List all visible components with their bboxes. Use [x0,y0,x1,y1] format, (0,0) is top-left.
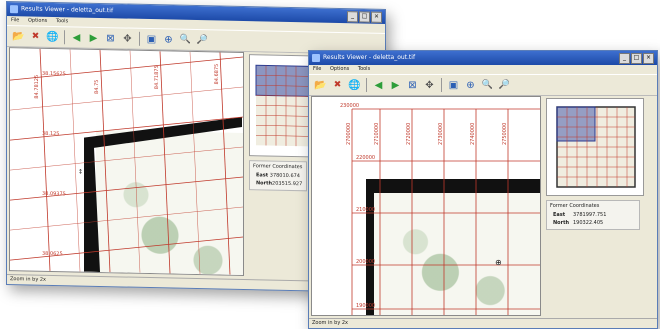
overview-graphic [556,106,636,188]
globe-icon[interactable]: 🌐 [45,29,60,44]
grid-label: 2750000 [502,123,508,145]
grid-label: 38.09375 [42,191,66,197]
maximize-button[interactable]: □ [631,53,642,64]
zoom-window-icon[interactable]: ⊕ [463,78,478,93]
results-viewer-window-front: Results Viewer - deletta_out.tif _ □ × F… [308,50,658,329]
map-black-border [366,179,540,315]
back-arrow-icon[interactable]: ◀ [69,30,84,45]
map-overlay: 38.15625 38.125 38.09375 38.0625 84.7812… [10,48,243,275]
coordinates-panel: Former Coordinates East 378010.674 North… [249,160,307,192]
grid-label: 230000 [340,103,359,109]
forward-arrow-icon[interactable]: ▶ [388,78,403,93]
zoom-extent-icon[interactable]: ⊠ [405,78,420,93]
north-label: North [256,180,273,187]
toolbar-separator [366,78,367,92]
forward-arrow-icon[interactable]: ▶ [86,30,101,45]
maximize-button[interactable]: □ [359,11,370,23]
zoom-cursor-icon: ⊕ [495,258,502,267]
app-icon [312,54,320,62]
grid-label: 84.75 [94,80,100,94]
toolbar-separator [441,78,442,92]
coordinate-grid [351,108,540,315]
menu-tools[interactable]: Tools [358,66,370,72]
north-value: 190322.405 [573,220,604,226]
grid-label: 2730000 [438,123,444,145]
overview-view-rect[interactable] [255,64,311,97]
menu-file[interactable]: File [11,17,19,23]
grid-label: 2700000 [346,123,352,145]
coordinate-grid [10,48,243,275]
grid-label: 2710000 [374,123,380,145]
coordinates-panel: Former Coordinates East 3781997.751 Nort… [546,200,640,230]
north-value: 203515.927 [272,180,303,188]
coordinates-header: Former Coordinates [550,203,600,209]
east-label: East [256,172,269,179]
grid-label: 84.78125 [34,75,40,99]
minimize-button[interactable]: _ [619,53,630,64]
close-file-icon[interactable]: ✖ [28,29,43,44]
menu-options[interactable]: Options [330,66,349,72]
full-view-icon[interactable]: ▣ [446,78,461,93]
grid-label: 200000 [356,259,375,265]
close-button[interactable]: × [371,11,382,23]
pan-icon[interactable]: ✥ [422,78,437,93]
globe-icon[interactable]: 🌐 [347,78,362,93]
zoom-extent-icon[interactable]: ⊠ [103,31,118,46]
window-title: Results Viewer - deletta_out.tif [21,5,114,15]
menu-options[interactable]: Options [28,17,47,23]
zoom-in-icon[interactable]: 🔍 [480,78,495,93]
overview-map[interactable] [249,54,311,158]
toolbar-separator [139,31,140,46]
menu-file[interactable]: File [313,66,321,72]
grid-label: 38.0625 [42,251,63,257]
overview-map[interactable] [546,98,644,196]
east-label: East [553,212,566,218]
zoom-out-icon[interactable]: 🔎 [195,32,210,47]
overview-graphic [255,64,311,147]
east-value: 378010.674 [269,172,300,180]
grid-label: 220000 [356,155,375,161]
map-view[interactable]: 230000 220000 210000 200000 190000 27000… [311,96,541,316]
grid-label: 38.15625 [42,71,66,77]
close-button[interactable]: × [643,53,654,64]
window-title: Results Viewer - deletta_out.tif [323,54,416,61]
east-value: 3781997.751 [573,212,607,218]
pan-icon[interactable]: ✥ [120,31,135,46]
grid-label: 2740000 [470,123,476,145]
grid-label: 38.125 [42,131,59,137]
zoom-out-icon[interactable]: 🔎 [497,78,512,93]
toolbar-separator [64,30,65,45]
toolbar: 📂 ✖ 🌐 ◀ ▶ ⊠ ✥ ▣ ⊕ 🔍 🔎 [309,74,657,96]
mouse-cursor-icon: ↕ [78,169,83,176]
zoom-in-icon[interactable]: 🔍 [178,32,193,47]
minimize-button[interactable]: _ [347,11,358,23]
app-icon [10,5,18,14]
open-folder-icon[interactable]: 📂 [11,29,26,44]
zoom-window-icon[interactable]: ⊕ [161,32,176,47]
title-bar[interactable]: Results Viewer - deletta_out.tif _ □ × [309,51,657,65]
side-panel: Former Coordinates East 3781997.751 Nort… [542,96,657,314]
full-view-icon[interactable]: ▣ [144,31,159,46]
back-arrow-icon[interactable]: ◀ [371,78,386,93]
open-folder-icon[interactable]: 📂 [313,78,328,93]
grid-label: 210000 [356,207,375,213]
menu-bar: File Options Tools [309,65,657,74]
close-file-icon[interactable]: ✖ [330,78,345,93]
map-view[interactable]: 38.15625 38.125 38.09375 38.0625 84.7812… [9,47,244,277]
grid-label: 190000 [356,303,375,309]
grid-label: 2720000 [406,123,412,145]
menu-tools[interactable]: Tools [56,18,68,24]
north-label: North [553,220,570,226]
map-overlay: 230000 220000 210000 200000 190000 27000… [340,103,540,315]
status-bar: Zoom in by 2x [309,318,657,328]
grid-label: 84.6875 [214,64,220,85]
grid-label: 84.71875 [154,65,160,89]
overview-view-rect[interactable] [556,106,596,142]
